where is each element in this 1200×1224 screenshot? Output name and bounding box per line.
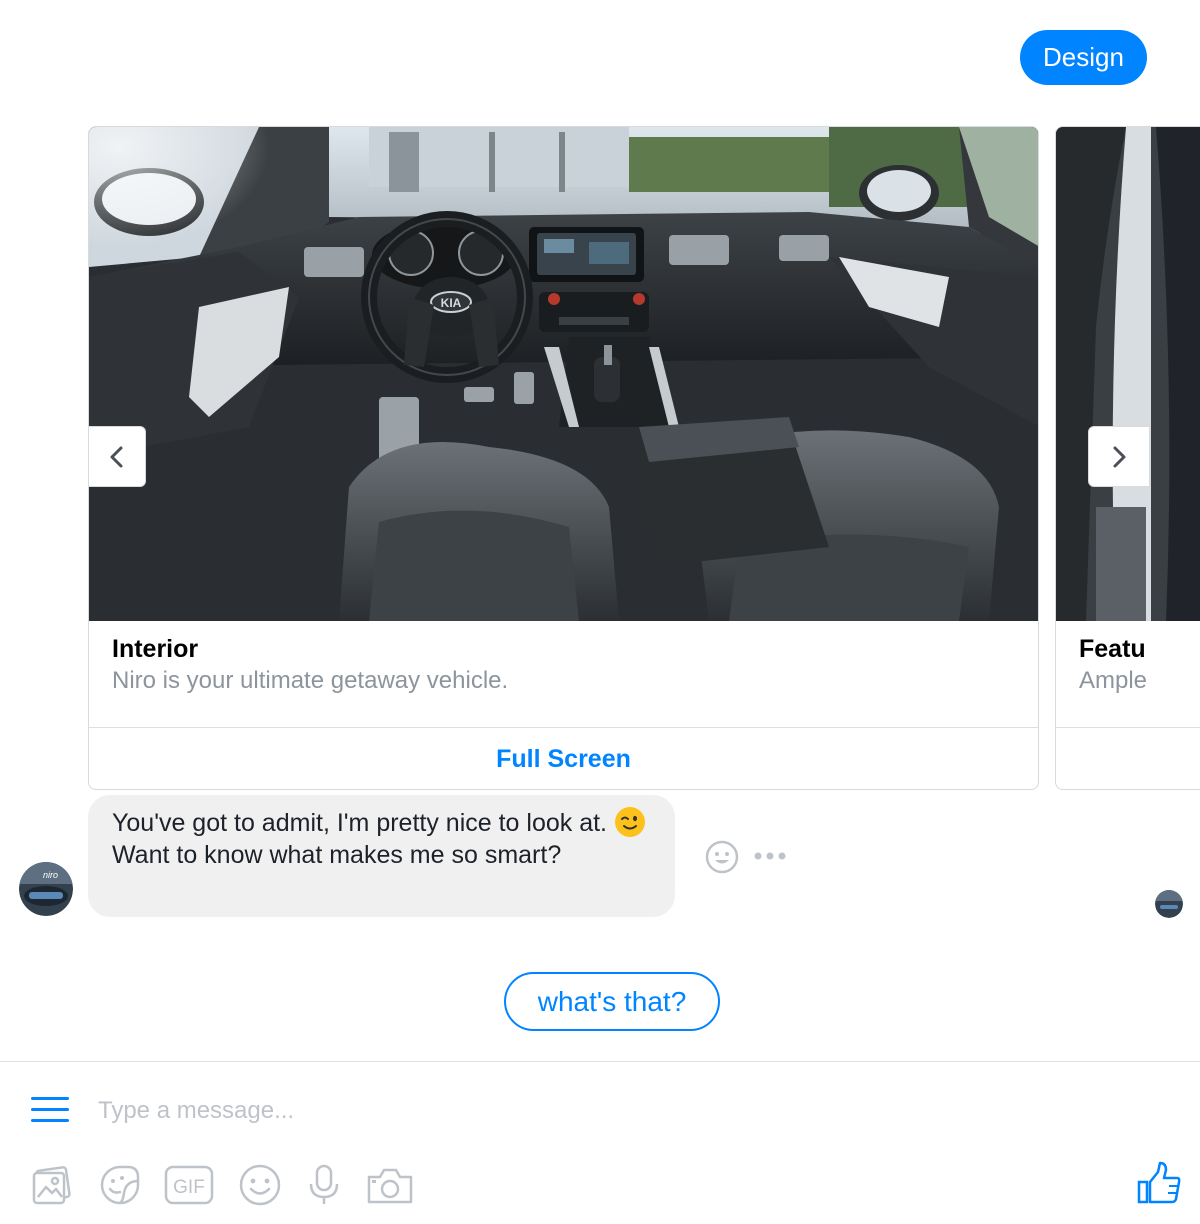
image-icon[interactable] [30, 1163, 74, 1207]
card-subtitle: Ample [1079, 667, 1148, 694]
user-message-bubble: Design [1020, 30, 1147, 85]
camera-icon[interactable] [366, 1163, 414, 1207]
bot-avatar[interactable]: niro [19, 862, 73, 916]
card-title: Interior [112, 635, 199, 663]
sticker-icon[interactable] [98, 1163, 142, 1207]
card-image-features[interactable] [1056, 127, 1200, 621]
chevron-left-icon [110, 446, 123, 467]
message-input[interactable] [98, 1090, 998, 1132]
card-divider [1056, 727, 1200, 728]
smiley-icon[interactable] [705, 840, 739, 874]
carousel-card-interior[interactable]: KIA Interior Niro is your ultimate getaw… [88, 126, 1039, 790]
winking-face-icon [614, 806, 646, 838]
composer-divider [0, 1061, 1200, 1062]
microphone-icon[interactable] [302, 1163, 346, 1207]
bot-message-text-part2: Want to know what makes me so smart? [112, 841, 562, 869]
card-title: Featu [1079, 635, 1146, 663]
read-receipt-avatar [1155, 890, 1183, 918]
avatar-text: niro [43, 870, 58, 880]
kia-logo-text: KIA [441, 296, 462, 310]
chevron-right-icon [1113, 446, 1126, 467]
bot-message-bubble: You've got to admit, I'm pretty nice to … [88, 795, 675, 917]
gif-label: GIF [173, 1177, 205, 1198]
carousel-next-button[interactable] [1088, 426, 1150, 487]
full-screen-button[interactable]: Full Screen [89, 728, 1038, 789]
hamburger-icon[interactable] [31, 1095, 69, 1125]
more-dots-icon[interactable] [752, 848, 788, 864]
gif-icon[interactable]: GIF [164, 1163, 214, 1207]
thumbs-up-icon[interactable] [1136, 1160, 1182, 1206]
card-image-interior[interactable]: KIA [89, 127, 1038, 621]
card-subtitle: Niro is your ultimate getaway vehicle. [112, 667, 509, 694]
quick-reply-button[interactable]: what's that? [504, 972, 720, 1031]
emoji-icon[interactable] [238, 1163, 282, 1207]
bot-message-text-part1: You've got to admit, I'm pretty nice to … [112, 809, 607, 837]
carousel-prev-button[interactable] [88, 426, 146, 487]
